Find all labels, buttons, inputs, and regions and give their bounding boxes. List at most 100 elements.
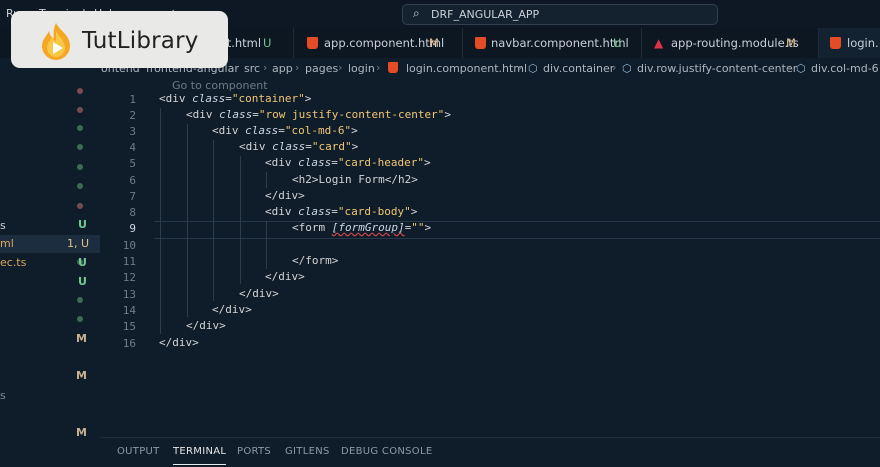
status-dot	[77, 203, 83, 209]
tab-ports[interactable]: PORTS	[237, 446, 271, 457]
line-number-current: 9	[129, 222, 136, 235]
logo-text: TutLibrary	[82, 28, 199, 54]
tab-status: M	[429, 36, 439, 50]
git-status-marker: M	[76, 369, 87, 382]
html-icon	[475, 37, 486, 49]
line-number: 13	[122, 288, 136, 301]
current-line-highlight	[154, 221, 880, 239]
status-dot	[77, 107, 83, 113]
line-number: 10	[122, 239, 136, 252]
tab-app-routing-module-ts[interactable]: ▲ app-routing.module.ts M	[642, 28, 819, 58]
code-line-12: </div>	[265, 270, 305, 283]
tab-status: U	[263, 36, 272, 50]
chevron-right-icon: ›	[376, 61, 381, 74]
explorer-item[interactable]: ml	[0, 237, 14, 250]
tab-label: login.	[847, 36, 879, 50]
line-number: 1	[129, 93, 136, 106]
line-number: 14	[122, 304, 136, 317]
indent-guide	[213, 140, 214, 301]
code-line-7: </div>	[265, 189, 305, 202]
code-line-9: <form [formGroup]="">	[292, 221, 432, 234]
tab-gitlens[interactable]: GITLENS	[285, 446, 330, 457]
html-icon	[830, 37, 841, 49]
tab-label: navbar.component.html	[491, 36, 629, 50]
git-status-marker: M	[76, 426, 87, 439]
code-line-6: <h2>Login Form</h2>	[292, 173, 418, 186]
flame-play-icon	[42, 23, 70, 60]
chevron-right-icon: ›	[786, 61, 791, 74]
breadcrumb-item[interactable]: login.component.html	[406, 62, 527, 75]
form-group-binding: [formGroup]	[331, 221, 405, 234]
git-status-marker: U	[78, 275, 87, 288]
code-line-4: <div class="card">	[239, 140, 359, 153]
command-center[interactable]: ⌕ DRF_ANGULAR_APP	[402, 4, 718, 25]
indent-guide	[266, 221, 267, 269]
problem-count-marker: 1, U	[67, 237, 90, 250]
breadcrumb-item[interactable]: pages	[305, 62, 338, 75]
line-number: 7	[129, 190, 136, 203]
code-line-5: <div class="card-header">	[265, 156, 431, 169]
line-number: 16	[122, 337, 136, 350]
tab-status: M	[786, 36, 796, 50]
git-status-marker: U	[78, 218, 87, 231]
code-line-3: <div class="col-md-6">	[212, 124, 358, 137]
codelens-go-to-component[interactable]: Go to component	[172, 79, 268, 92]
line-number: 12	[122, 271, 136, 284]
tab-output[interactable]: OUTPUT	[117, 446, 160, 457]
tab-debug-console[interactable]: DEBUG CONSOLE	[341, 446, 432, 457]
line-number: 4	[129, 141, 136, 154]
code-line-2: <div class="row justify-content-center">	[186, 108, 451, 121]
breadcrumb-item[interactable]: login	[348, 62, 375, 75]
line-number: 5	[129, 157, 136, 170]
line-number: 6	[129, 174, 136, 187]
line-number: 15	[122, 320, 136, 333]
tab-terminal[interactable]: TERMINAL	[173, 446, 227, 465]
code-line-11: </form>	[292, 254, 339, 267]
explorer-item[interactable]: ec.ts	[0, 256, 26, 269]
bottom-panel: OUTPUT TERMINAL PORTS GITLENS DEBUG CONS…	[100, 437, 880, 467]
html-icon	[307, 37, 318, 49]
line-number: 2	[129, 109, 136, 122]
tab-app-component-html[interactable]: app.component.html M	[294, 28, 463, 58]
tutlibrary-logo: TutLibrary	[11, 11, 228, 68]
status-dot	[77, 316, 83, 322]
breadcrumb-item[interactable]: div.container	[543, 62, 614, 75]
chevron-right-icon: ›	[518, 61, 523, 74]
workspace-name: DRF_ANGULAR_APP	[431, 8, 540, 21]
breadcrumb-item[interactable]: src	[244, 62, 260, 75]
explorer-panel: s ml ec.ts s U 1, U U U M M M	[0, 79, 100, 439]
line-number: 11	[122, 255, 136, 268]
tab-status: U	[613, 36, 622, 50]
indent-guide	[160, 108, 161, 334]
code-line-1: <div class="container">	[159, 92, 312, 105]
explorer-item[interactable]: s	[0, 219, 6, 232]
tab-navbar-component-html[interactable]: navbar.component.html U	[463, 28, 642, 58]
cube-icon: ⬡	[796, 62, 806, 75]
code-line-13: </div>	[239, 287, 279, 300]
indent-guide	[266, 172, 267, 188]
tab-label: app-routing.module.ts	[671, 36, 799, 50]
explorer-item[interactable]: s	[0, 389, 6, 402]
breadcrumb-item[interactable]: div.row.justify-content-center	[637, 62, 797, 75]
chevron-right-icon: ›	[338, 61, 343, 74]
breadcrumb-item[interactable]: div.col-md-6	[811, 62, 879, 75]
angular-icon: ▲	[654, 36, 664, 50]
status-dot	[77, 144, 83, 150]
code-line-8: <div class="card-body">	[265, 205, 418, 218]
code-line-14: </div>	[212, 303, 252, 316]
status-dot	[77, 125, 83, 131]
breadcrumb-item[interactable]: app	[272, 62, 293, 75]
cube-icon: ⬡	[622, 62, 632, 75]
git-status-marker: U	[78, 256, 87, 269]
line-number: 8	[129, 206, 136, 219]
search-icon: ⌕	[413, 6, 420, 20]
line-number: 3	[129, 125, 136, 138]
cube-icon: ⬡	[528, 62, 538, 75]
tab-login-html[interactable]: login.	[819, 28, 880, 58]
status-dot	[77, 164, 83, 170]
status-dot	[77, 297, 83, 303]
chevron-right-icon: ›	[295, 61, 300, 74]
indent-guide	[240, 156, 241, 284]
chevron-right-icon: ›	[234, 61, 239, 74]
chevron-right-icon: ›	[263, 61, 268, 74]
